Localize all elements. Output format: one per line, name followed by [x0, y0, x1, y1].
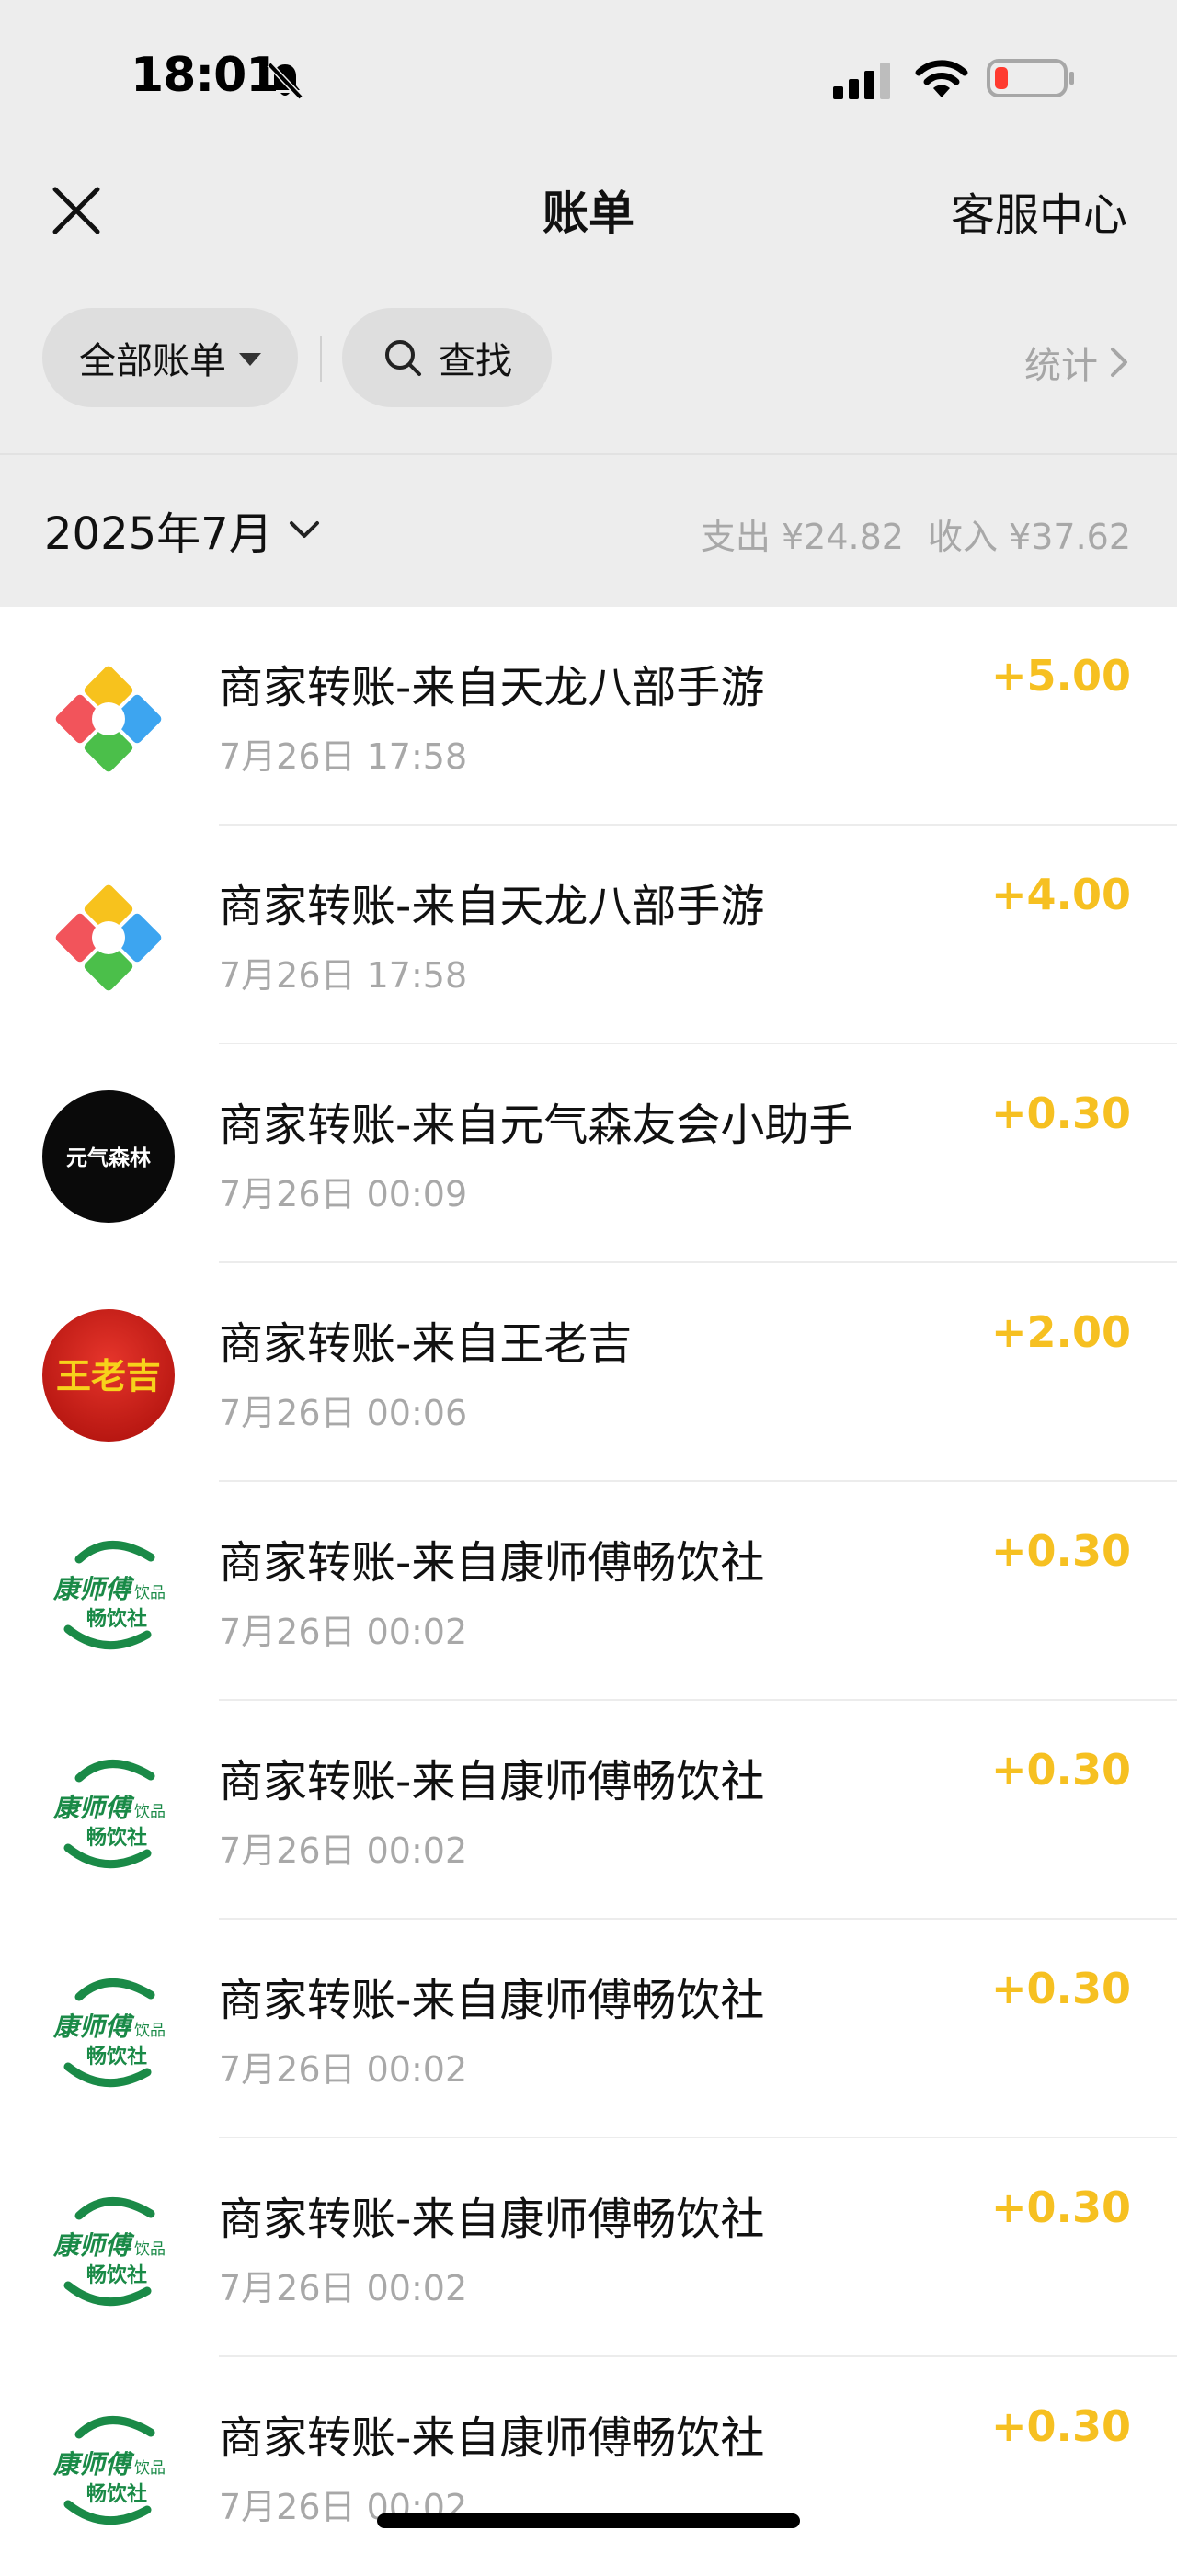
- status-bar: 18:01: [0, 0, 1177, 156]
- stats-link[interactable]: 统计: [1024, 336, 1129, 389]
- bill-title: 商家转账-来自天龙八部手游: [219, 881, 765, 932]
- bill-time: 7月26日 17:58: [219, 736, 468, 777]
- svg-text:康师傅: 康师傅: [52, 2012, 135, 2042]
- master-kong-logo-icon: 康师傅 饮品 畅饮社: [42, 1528, 175, 1660]
- income-total: 收入 ¥37.62: [927, 517, 1131, 557]
- month-header: 2025年7月 支出 ¥24.82 收入 ¥37.62: [0, 453, 1177, 607]
- svg-text:畅饮社: 畅饮社: [86, 2482, 147, 2506]
- bill-time: 7月26日 00:02: [219, 2268, 468, 2308]
- bill-title: 商家转账-来自康师傅畅饮社: [219, 2194, 765, 2245]
- all-bills-filter[interactable]: 全部账单: [42, 308, 298, 407]
- bill-amount: +0.30: [990, 1964, 1131, 2013]
- bell-slash-icon: [267, 62, 303, 100]
- bill-title: 商家转账-来自元气森友会小助手: [219, 1100, 853, 1151]
- month-label: 2025年7月: [44, 508, 273, 560]
- bill-time: 7月26日 00:09: [219, 1174, 468, 1214]
- bill-title: 商家转账-来自康师傅畅饮社: [219, 1756, 765, 1807]
- bill-time: 7月26日 00:06: [219, 1393, 468, 1433]
- bill-title: 商家转账-来自康师傅畅饮社: [219, 1537, 765, 1589]
- bill-title: 商家转账-来自康师傅畅饮社: [219, 2412, 765, 2464]
- master-kong-logo-icon: 康师傅 饮品 畅饮社: [42, 2184, 175, 2317]
- bill-time: 7月26日 00:02: [219, 1612, 468, 1652]
- bill-amount: +0.30: [990, 2401, 1131, 2451]
- bill-time: 7月26日 17:58: [219, 955, 468, 996]
- month-summary: 支出 ¥24.82 收入 ¥37.62: [701, 508, 1131, 559]
- svg-text:王老吉: 王老吉: [56, 1355, 161, 1396]
- svg-text:康师傅: 康师傅: [52, 2449, 135, 2479]
- bill-title: 商家转账-来自天龙八部手游: [219, 662, 765, 713]
- bill-item[interactable]: 康师傅 饮品 畅饮社 商家转账-来自康师傅畅饮社 7月26日 00:02 +0.…: [0, 1482, 1177, 1701]
- caret-down-icon: [239, 353, 261, 366]
- bill-item[interactable]: 康师傅 饮品 畅饮社 商家转账-来自康师傅畅饮社 7月26日 00:02 +0.…: [0, 2357, 1177, 2576]
- cellular-signal-icon: [833, 63, 890, 99]
- svg-text:畅饮社: 畅饮社: [86, 2263, 147, 2287]
- svg-text:饮品: 饮品: [134, 1803, 166, 1821]
- home-indicator[interactable]: [377, 2513, 800, 2528]
- tianlong-logo-icon: [42, 653, 175, 785]
- bill-amount: +0.30: [990, 1526, 1131, 1576]
- bill-item[interactable]: 商家转账-来自天龙八部手游 7月26日 17:58 +4.00: [0, 826, 1177, 1044]
- svg-text:饮品: 饮品: [134, 2459, 166, 2478]
- filter-bar: 全部账单 查找 统计: [0, 308, 1177, 411]
- stats-label: 统计: [1024, 345, 1098, 387]
- chevron-right-icon: [1111, 348, 1127, 377]
- svg-text:元气森林: 元气森林: [66, 1146, 151, 1170]
- genki-forest-logo-icon: 元气森林: [42, 1090, 175, 1223]
- master-kong-logo-icon: 康师傅 饮品 畅饮社: [42, 2403, 175, 2536]
- bill-list: 商家转账-来自天龙八部手游 7月26日 17:58 +5.00 商家转账-来自天…: [0, 607, 1177, 2576]
- svg-text:康师傅: 康师傅: [52, 1574, 135, 1604]
- nav-bar: 账单 客服中心: [0, 156, 1177, 257]
- bill-item[interactable]: 康师傅 饮品 畅饮社 商家转账-来自康师傅畅饮社 7月26日 00:02 +0.…: [0, 1920, 1177, 2138]
- svg-text:康师傅: 康师傅: [52, 2230, 135, 2261]
- chevron-down-icon: [289, 521, 319, 538]
- svg-text:畅饮社: 畅饮社: [86, 1607, 147, 1631]
- bill-amount: +0.30: [990, 1089, 1131, 1138]
- status-time: 18:01: [131, 48, 280, 103]
- svg-text:畅饮社: 畅饮社: [86, 1826, 147, 1850]
- wanglaoji-logo-icon: 王老吉: [42, 1309, 175, 1442]
- bill-item[interactable]: 王老吉 商家转账-来自王老吉 7月26日 00:06 +2.00: [0, 1263, 1177, 1482]
- month-selector[interactable]: 2025年7月: [44, 497, 321, 562]
- master-kong-logo-icon: 康师傅 饮品 畅饮社: [42, 1747, 175, 1879]
- master-kong-logo-icon: 康师傅 饮品 畅饮社: [42, 1966, 175, 2098]
- bill-item[interactable]: 元气森林 商家转账-来自元气森友会小助手 7月26日 00:09 +0.30: [0, 1044, 1177, 1263]
- bill-time: 7月26日 00:02: [219, 1830, 468, 1871]
- customer-service-link[interactable]: 客服中心: [951, 178, 1127, 243]
- bill-title: 商家转账-来自康师傅畅饮社: [219, 1975, 765, 2026]
- bill-title: 商家转账-来自王老吉: [219, 1318, 633, 1370]
- wifi-icon: [915, 60, 968, 97]
- search-label: 查找: [439, 340, 512, 382]
- all-bills-label: 全部账单: [79, 340, 226, 382]
- svg-text:饮品: 饮品: [134, 2240, 166, 2259]
- bill-item[interactable]: 康师傅 饮品 畅饮社 商家转账-来自康师傅畅饮社 7月26日 00:02 +0.…: [0, 1701, 1177, 1920]
- tianlong-logo-icon: [42, 872, 175, 1004]
- bill-amount: +5.00: [990, 651, 1131, 701]
- bill-amount: +4.00: [990, 870, 1131, 919]
- search-icon: [385, 340, 421, 376]
- bill-item[interactable]: 康师傅 饮品 畅饮社 商家转账-来自康师傅畅饮社 7月26日 00:02 +0.…: [0, 2138, 1177, 2357]
- search-button[interactable]: 查找: [342, 308, 552, 407]
- filter-divider: [320, 336, 322, 382]
- svg-text:康师傅: 康师傅: [52, 1793, 135, 1823]
- svg-text:畅饮社: 畅饮社: [86, 2045, 147, 2069]
- bill-amount: +0.30: [990, 1745, 1131, 1795]
- bill-item[interactable]: 商家转账-来自天龙八部手游 7月26日 17:58 +5.00: [0, 607, 1177, 826]
- bill-time: 7月26日 00:02: [219, 2049, 468, 2090]
- battery-low-icon: [987, 59, 1074, 97]
- bill-amount: +2.00: [990, 1307, 1131, 1357]
- expense-total: 支出 ¥24.82: [700, 517, 904, 557]
- svg-text:饮品: 饮品: [134, 2022, 166, 2040]
- bill-amount: +0.30: [990, 2183, 1131, 2232]
- svg-text:饮品: 饮品: [134, 1584, 166, 1602]
